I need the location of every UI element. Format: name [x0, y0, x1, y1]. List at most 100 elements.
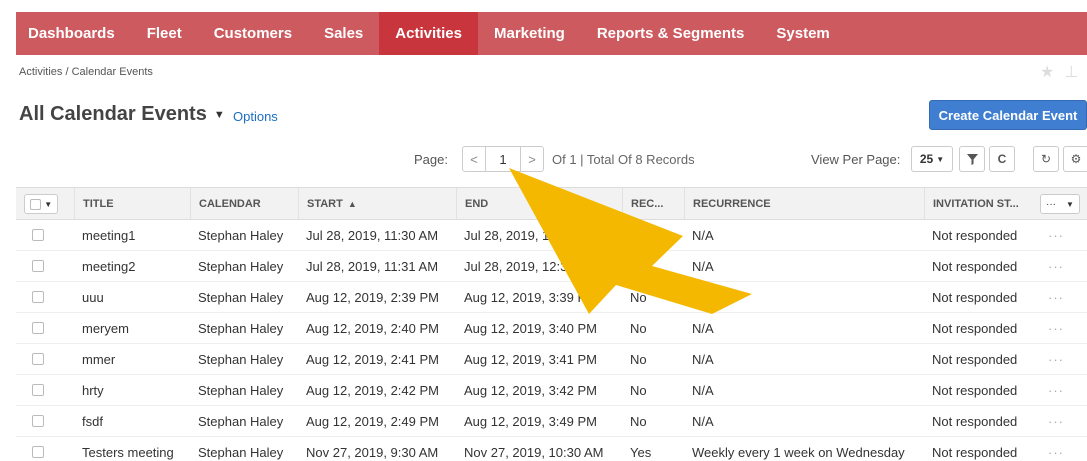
caret-down-icon: ▼ — [1066, 199, 1074, 209]
row-actions-menu[interactable]: ··· — [1048, 344, 1064, 374]
column-header-title[interactable]: TITLE — [74, 188, 188, 219]
cell-invitation-status: Not responded — [932, 444, 1018, 460]
row-checkbox-cell — [32, 251, 44, 281]
row-actions-menu[interactable]: ··· — [1048, 437, 1064, 461]
create-calendar-event-button[interactable]: Create Calendar Event — [929, 100, 1087, 130]
nav-item-activities[interactable]: Activities — [379, 12, 478, 55]
cell-start: Aug 12, 2019, 2:42 PM — [306, 382, 439, 398]
row-actions-menu[interactable]: ··· — [1048, 375, 1064, 405]
page-number-input[interactable] — [485, 147, 521, 171]
table-row[interactable]: hrty Stephan Haley Aug 12, 2019, 2:42 PM… — [16, 375, 1087, 406]
row-checkbox[interactable] — [32, 353, 44, 365]
chevron-right-icon[interactable]: > — [521, 152, 543, 167]
row-checkbox[interactable] — [32, 260, 44, 272]
nav-item-system[interactable]: System — [760, 12, 845, 55]
cell-end: Jul 28, 2019, 12:31 PM — [464, 258, 598, 274]
cell-invitation-status: Not responded — [932, 227, 1018, 243]
view-per-page-value: 25 — [919, 152, 934, 166]
column-header-calendar[interactable]: CALENDAR — [190, 188, 298, 219]
settings-button[interactable]: ⚙ — [1063, 146, 1087, 172]
row-checkbox-cell — [32, 282, 44, 312]
row-actions-menu[interactable]: ··· — [1048, 406, 1064, 436]
cell-calendar: Stephan Haley — [198, 413, 284, 429]
cell-title: hrty — [82, 382, 104, 398]
cell-end: Aug 12, 2019, 3:39 PM — [464, 289, 597, 305]
table-row[interactable]: mmer Stephan Haley Aug 12, 2019, 2:41 PM… — [16, 344, 1087, 375]
grid-actions-dropdown[interactable]: ··· ▼ — [1040, 194, 1080, 214]
cell-end: Nov 27, 2019, 10:30 AM — [464, 444, 604, 460]
cell-start: Jul 28, 2019, 11:30 AM — [306, 227, 439, 243]
cell-recurrence: N/A — [692, 227, 714, 243]
cell-invitation-status: Not responded — [932, 413, 1018, 429]
reset-icon: C — [997, 152, 1007, 166]
caret-down-icon: ▼ — [213, 108, 225, 121]
more-icon: ··· — [1046, 198, 1057, 210]
row-checkbox[interactable] — [32, 291, 44, 303]
row-checkbox[interactable] — [32, 322, 44, 334]
row-checkbox[interactable] — [32, 446, 44, 458]
row-checkbox[interactable] — [32, 415, 44, 427]
column-header-start[interactable]: START ▲ — [298, 188, 456, 219]
nav-item-sales[interactable]: Sales — [308, 12, 379, 55]
row-actions-menu[interactable]: ··· — [1048, 282, 1064, 312]
page-title[interactable]: All Calendar Events ▼ — [19, 103, 225, 126]
view-per-page-select[interactable]: 25 ▼ — [911, 146, 953, 172]
cell-recurrent: No — [630, 227, 647, 243]
grid-header: ▼ TITLE CALENDAR START ▲ END REC... RECU… — [16, 187, 1087, 220]
filter-button[interactable] — [959, 146, 985, 172]
row-checkbox-cell — [32, 406, 44, 436]
nav-item-marketing[interactable]: Marketing — [478, 12, 581, 55]
nav-item-customers[interactable]: Customers — [198, 12, 308, 55]
row-checkbox-cell — [32, 375, 44, 405]
page-title-text: All Calendar Events — [19, 103, 207, 125]
cell-recurrence: N/A — [692, 289, 714, 305]
pager-info: Of 1 | Total Of 8 Records — [552, 152, 695, 167]
chevron-left-icon[interactable]: < — [463, 152, 485, 167]
nav-item-fleet[interactable]: Fleet — [131, 12, 198, 55]
cell-recurrence: N/A — [692, 320, 714, 336]
cell-title: meeting2 — [82, 258, 136, 274]
table-row[interactable]: meeting1 Stephan Haley Jul 28, 2019, 11:… — [16, 220, 1087, 251]
column-header-recurrence[interactable]: RECURRENCE — [684, 188, 924, 219]
column-header-invitation-status[interactable]: INVITATION ST... — [924, 188, 1036, 219]
cell-invitation-status: Not responded — [932, 320, 1018, 336]
table-row[interactable]: meryem Stephan Haley Aug 12, 2019, 2:40 … — [16, 313, 1087, 344]
row-actions-menu[interactable]: ··· — [1048, 313, 1064, 343]
column-header-recurrent[interactable]: REC... — [622, 188, 684, 219]
row-checkbox[interactable] — [32, 229, 44, 241]
table-row[interactable]: uuu Stephan Haley Aug 12, 2019, 2:39 PM … — [16, 282, 1087, 313]
cell-recurrent: No — [630, 413, 647, 429]
grid-body: meeting1 Stephan Haley Jul 28, 2019, 11:… — [16, 220, 1087, 461]
nav-item-dashboards[interactable]: Dashboards — [16, 12, 131, 55]
top-nav: Dashboards Fleet Customers Sales Activit… — [16, 12, 1087, 55]
table-row[interactable]: meeting2 Stephan Haley Jul 28, 2019, 11:… — [16, 251, 1087, 282]
options-link[interactable]: Options — [233, 109, 278, 124]
row-actions-menu[interactable]: ··· — [1048, 220, 1064, 250]
sort-asc-icon: ▲ — [347, 198, 357, 209]
nav-item-reports-segments[interactable]: Reports & Segments — [581, 12, 761, 55]
cell-end: Aug 12, 2019, 3:42 PM — [464, 382, 597, 398]
select-all-checkbox[interactable] — [29, 198, 41, 210]
view-per-page-label: View Per Page: — [811, 152, 901, 167]
cell-recurrence: N/A — [692, 382, 714, 398]
cell-title: fsdf — [82, 413, 103, 429]
refresh-button[interactable]: ↻ — [1033, 146, 1059, 172]
star-icon[interactable]: ★ — [1040, 62, 1054, 82]
cell-calendar: Stephan Haley — [198, 258, 284, 274]
table-row[interactable]: fsdf Stephan Haley Aug 12, 2019, 2:49 PM… — [16, 406, 1087, 437]
cell-title: mmer — [82, 351, 116, 367]
cell-calendar: Stephan Haley — [198, 320, 284, 336]
cell-recurrence: N/A — [692, 258, 714, 274]
table-row[interactable]: Testers meeting Stephan Haley Nov 27, 20… — [16, 437, 1087, 461]
pin-icon[interactable]: ⊥ — [1064, 62, 1078, 82]
cell-recurrence: Weekly every 1 week on Wednesday — [692, 444, 905, 460]
reset-button[interactable]: C — [989, 146, 1015, 172]
calendar-events-grid: ▼ TITLE CALENDAR START ▲ END REC... RECU… — [16, 187, 1087, 461]
column-header-end[interactable]: END — [456, 188, 622, 219]
cell-title: Testers meeting — [82, 444, 174, 460]
mass-select-dropdown[interactable]: ▼ — [24, 194, 58, 214]
row-actions-menu[interactable]: ··· — [1048, 251, 1064, 281]
cell-start: Nov 27, 2019, 9:30 AM — [306, 444, 439, 460]
cell-end: Jul 28, 2019, 12:30 PM — [464, 227, 598, 243]
row-checkbox[interactable] — [32, 384, 44, 396]
